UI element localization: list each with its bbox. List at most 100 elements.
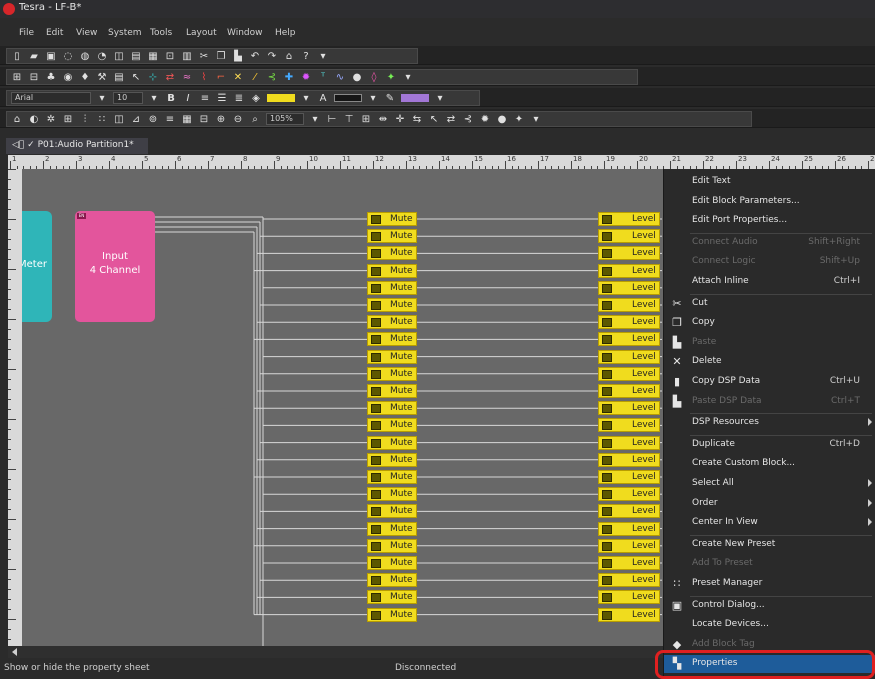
zoom-in-icon[interactable]: ⊕ bbox=[215, 114, 227, 125]
menu-item-connect-audio[interactable]: Connect Audio Shift+Right bbox=[664, 234, 875, 252]
level-block[interactable]: Level bbox=[598, 504, 660, 519]
wave-block-icon[interactable]: ∿ bbox=[334, 72, 346, 83]
mute-checkbox-icon[interactable] bbox=[371, 369, 381, 379]
partition-icon[interactable]: ◫ bbox=[113, 51, 125, 62]
dropdown-arrow-icon[interactable]: ▾ bbox=[530, 114, 542, 125]
save-icon[interactable]: ▣ bbox=[45, 51, 57, 62]
level-block[interactable]: Level bbox=[598, 556, 660, 570]
level-checkbox-icon[interactable] bbox=[602, 301, 612, 310]
crossover-block-icon[interactable]: ✕ bbox=[232, 72, 244, 83]
compile-icon[interactable]: ◌ bbox=[62, 51, 74, 62]
menu-window[interactable]: Window bbox=[227, 28, 263, 38]
level-checkbox-icon[interactable] bbox=[602, 593, 612, 603]
network-icon[interactable]: ♣ bbox=[45, 72, 57, 83]
menu-item-cut[interactable]: ✂ Cut bbox=[664, 295, 875, 313]
align-top-edge-icon[interactable]: ⊤ bbox=[343, 114, 355, 125]
level-block[interactable]: Level bbox=[598, 332, 660, 347]
io-tool-icon[interactable]: ● bbox=[496, 114, 508, 125]
mute-block[interactable]: Mute bbox=[367, 452, 417, 467]
level-checkbox-icon[interactable] bbox=[602, 369, 612, 379]
level-checkbox-icon[interactable] bbox=[602, 507, 612, 517]
menu-item-edit-port-properties[interactable]: Edit Port Properties... bbox=[664, 212, 875, 230]
level-checkbox-icon[interactable] bbox=[602, 559, 612, 568]
fill-dropdown-icon[interactable]: ▾ bbox=[300, 93, 312, 104]
copy-icon[interactable]: ❐ bbox=[215, 51, 227, 62]
fill-bucket-icon[interactable]: ◈ bbox=[250, 93, 262, 104]
level-checkbox-icon[interactable] bbox=[602, 266, 612, 276]
menu-item-copy-dsp-data[interactable]: ▮ Copy DSP Data Ctrl+U bbox=[664, 373, 875, 391]
redo-icon[interactable]: ↷ bbox=[266, 51, 278, 62]
mute-checkbox-icon[interactable] bbox=[371, 507, 381, 517]
shield-icon[interactable]: ♦ bbox=[79, 72, 91, 83]
mute-block[interactable]: Mute bbox=[367, 556, 417, 570]
menu-item-add-to-preset[interactable]: Add To Preset bbox=[664, 555, 875, 573]
text-color-dropdown-icon[interactable]: ▾ bbox=[367, 93, 379, 104]
level-block[interactable]: Level bbox=[598, 280, 660, 295]
layer-icon[interactable]: ◫ bbox=[113, 114, 125, 125]
mute-block[interactable]: Mute bbox=[367, 538, 417, 553]
mute-checkbox-icon[interactable] bbox=[371, 455, 381, 465]
align-left-icon[interactable]: ≡ bbox=[199, 93, 211, 104]
pen-icon[interactable]: ✎ bbox=[384, 93, 396, 104]
columns-icon[interactable]: ⫶ bbox=[79, 114, 91, 125]
menu-item-paste-dsp-data[interactable]: ▙ Paste DSP Data Ctrl+T bbox=[664, 393, 875, 411]
router-block-icon[interactable]: ⇄ bbox=[164, 72, 176, 83]
mute-block[interactable]: Mute bbox=[367, 349, 417, 364]
delay-block-icon[interactable]: ⁄ bbox=[249, 72, 261, 83]
mute-checkbox-icon[interactable] bbox=[371, 387, 381, 396]
mute-block[interactable]: Mute bbox=[367, 229, 417, 244]
menu-item-attach-inline[interactable]: Attach Inline Ctrl+I bbox=[664, 273, 875, 291]
align-icon[interactable]: ⊞ bbox=[11, 72, 23, 83]
table-icon[interactable]: ▥ bbox=[181, 51, 193, 62]
dropdown-arrow-icon[interactable]: ▾ bbox=[402, 72, 414, 83]
mute-block[interactable]: Mute bbox=[367, 487, 417, 502]
preset-icon[interactable]: ⊚ bbox=[147, 114, 159, 125]
menu-item-order[interactable]: Order bbox=[664, 495, 875, 513]
select-arrow-icon[interactable]: ↖ bbox=[130, 72, 142, 83]
level-block[interactable]: Level bbox=[598, 366, 660, 381]
level-checkbox-icon[interactable] bbox=[602, 438, 612, 448]
logic-block-icon[interactable]: ⊰ bbox=[266, 72, 278, 83]
cut-icon[interactable]: ✂ bbox=[198, 51, 210, 62]
logic-tool-icon[interactable]: ⊰ bbox=[462, 114, 474, 125]
grid-toggle-icon[interactable]: ⊞ bbox=[62, 114, 74, 125]
meter-tool-icon[interactable]: ✹ bbox=[479, 114, 491, 125]
level-checkbox-icon[interactable] bbox=[602, 387, 612, 396]
image-icon[interactable]: ⊡ bbox=[164, 51, 176, 62]
menu-item-connect-logic[interactable]: Connect Logic Shift+Up bbox=[664, 253, 875, 271]
menu-item-delete[interactable]: ✕ Delete bbox=[664, 353, 875, 371]
mute-block[interactable]: Mute bbox=[367, 590, 417, 605]
level-checkbox-icon[interactable] bbox=[602, 318, 612, 328]
level-block[interactable]: Level bbox=[598, 246, 660, 261]
flip-icon[interactable]: ⇆ bbox=[411, 114, 423, 125]
menu-item-locate-devices[interactable]: Locate Devices... bbox=[664, 616, 875, 634]
level-checkbox-icon[interactable] bbox=[602, 455, 612, 465]
matrix-icon[interactable]: ▦ bbox=[181, 114, 193, 125]
fill-color-swatch[interactable] bbox=[267, 94, 295, 102]
menu-file[interactable]: File bbox=[19, 28, 34, 38]
level-block[interactable]: Level bbox=[598, 452, 660, 467]
dynamics-block-icon[interactable]: ⌇ bbox=[198, 72, 210, 83]
font-name-select[interactable]: Arial bbox=[11, 92, 91, 104]
mute-block[interactable]: Mute bbox=[367, 418, 417, 433]
generator-block-icon[interactable]: ᵀ bbox=[317, 72, 329, 83]
menu-help[interactable]: Help bbox=[275, 28, 296, 38]
mute-block[interactable]: Mute bbox=[367, 212, 417, 226]
mute-checkbox-icon[interactable] bbox=[371, 283, 381, 293]
mute-block[interactable]: Mute bbox=[367, 315, 417, 330]
wrench-icon[interactable]: ⚒ bbox=[96, 72, 108, 83]
level-block[interactable]: Level bbox=[598, 538, 660, 553]
mute-block[interactable]: Mute bbox=[367, 263, 417, 278]
text-color-swatch[interactable] bbox=[334, 94, 362, 102]
filter-block-icon[interactable]: ⌐ bbox=[215, 72, 227, 83]
level-checkbox-icon[interactable] bbox=[602, 490, 612, 500]
new-file-icon[interactable]: ▯ bbox=[11, 51, 23, 62]
level-block[interactable]: Level bbox=[598, 229, 660, 244]
mute-checkbox-icon[interactable] bbox=[371, 232, 381, 242]
zoom-out-icon[interactable]: ⊖ bbox=[232, 114, 244, 125]
menu-item-create-custom-block[interactable]: Create Custom Block... bbox=[664, 455, 875, 473]
zoom-dropdown-icon[interactable]: ▾ bbox=[309, 114, 321, 125]
menu-edit[interactable]: Edit bbox=[46, 28, 63, 38]
align-left-edge-icon[interactable]: ⊢ bbox=[326, 114, 338, 125]
tab-audio-partition[interactable]: ◁⃝ ✓ P01:Audio Partition1* bbox=[6, 138, 148, 154]
